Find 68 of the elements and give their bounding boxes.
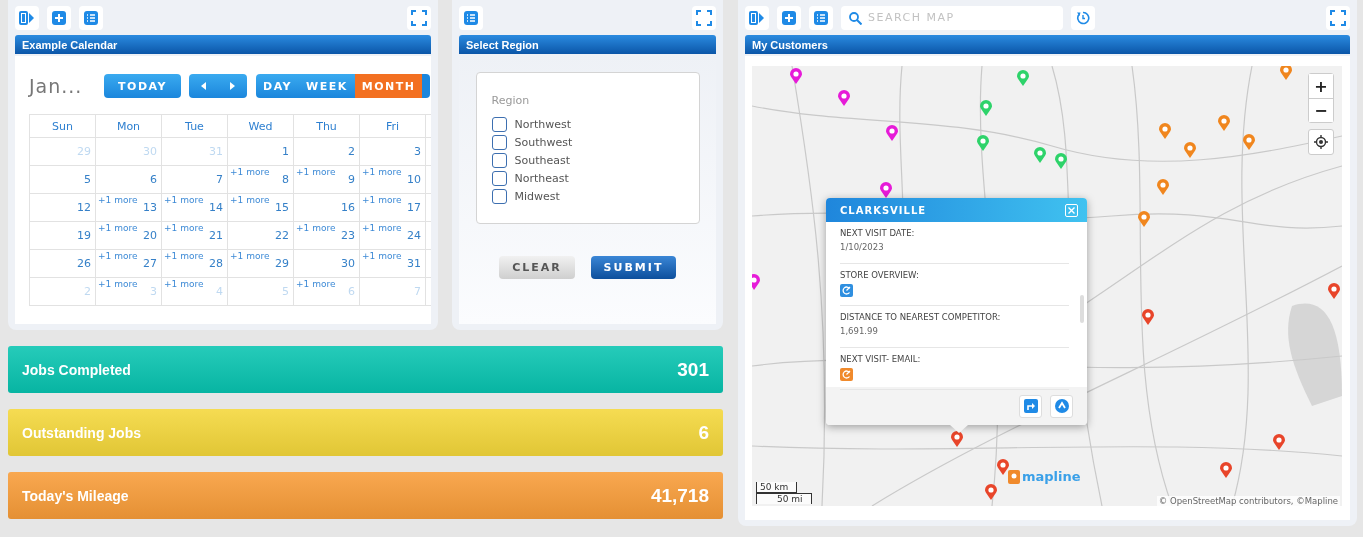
field-label: NEXT VISIT- EMAIL:: [840, 354, 922, 364]
weekday-header: Wed: [227, 114, 294, 138]
day-number: 7: [216, 173, 223, 186]
day-number: 30: [341, 257, 355, 270]
weekday-header: Tue: [161, 114, 228, 138]
day-number: 23: [341, 229, 355, 242]
day-number: 1: [282, 145, 289, 158]
popup-title: CLARKSVILLE: [840, 204, 927, 216]
field-label: STORE OVERVIEW:: [840, 270, 920, 280]
day-number: 16: [341, 201, 355, 214]
day-number: 19: [77, 229, 91, 242]
day-number: 5: [84, 173, 91, 186]
day-number: 3: [414, 145, 421, 158]
field-value: 1/10/2023: [840, 242, 885, 252]
checkbox-label: Midwest: [514, 189, 560, 203]
day-number: 31: [209, 145, 223, 158]
panel-title: Example Calendar: [15, 35, 431, 54]
day-number: 6: [150, 173, 157, 186]
weekday-header: Fri: [359, 114, 426, 138]
checkbox-label: Northwest: [514, 117, 572, 131]
day-number: 4: [216, 285, 223, 298]
day-number: 26: [77, 257, 91, 270]
stat-label: Outstanding Jobs: [22, 424, 141, 441]
day-number: 22: [275, 229, 289, 242]
checkbox-label: Southwest: [514, 135, 573, 149]
day-number: 27: [143, 257, 157, 270]
stat-label: Today's Mileage: [22, 487, 129, 504]
day-number: 5: [282, 285, 289, 298]
logo-text: mapline: [1022, 469, 1081, 484]
weekday-header: Thu: [293, 114, 360, 138]
map-attribution: © OpenStreetMap contributors, ©Mapline: [1156, 496, 1340, 506]
day-number: 31: [407, 257, 421, 270]
day-number: 2: [84, 285, 91, 298]
weekday-header: Sun: [29, 114, 96, 138]
checkbox-label: Southeast: [514, 153, 571, 167]
checkbox-label: Northeast: [514, 171, 569, 185]
day-number: 29: [275, 257, 289, 270]
day-number: 12: [77, 201, 91, 214]
day-number: 20: [143, 229, 157, 242]
day-number: 30: [143, 145, 157, 158]
field-value: 1,691.99: [840, 326, 879, 336]
day-number: 6: [348, 285, 355, 298]
stat-value: 301: [677, 358, 709, 381]
month-label: Jan...: [29, 75, 84, 97]
panel-title: Select Region: [459, 35, 716, 54]
day-number: 28: [209, 257, 223, 270]
scale-bar: 50 mi: [756, 493, 812, 504]
day-number: 13: [143, 201, 157, 214]
panel-title: My Customers: [745, 35, 1350, 54]
day-number: 17: [407, 201, 421, 214]
day-number: 3: [150, 285, 157, 298]
weekday-header: Mon: [95, 114, 162, 138]
day-number: 14: [209, 201, 223, 214]
stat-value: 6: [698, 421, 709, 444]
fieldset-legend: Region: [491, 94, 530, 107]
field-label: NEXT VISIT DATE:: [840, 228, 916, 238]
day-number: 24: [407, 229, 421, 242]
day-number: 15: [275, 201, 289, 214]
stat-value: 41,718: [650, 484, 709, 507]
field-label: DISTANCE TO NEAREST COMPETITOR:: [840, 312, 1002, 322]
day-number: 8: [282, 173, 289, 186]
stat-label: Jobs Completed: [22, 361, 131, 378]
day-number: 9: [348, 173, 355, 186]
day-number: 10: [407, 173, 421, 186]
day-number: 2: [348, 145, 355, 158]
day-number: 7: [414, 285, 421, 298]
day-number: 29: [77, 145, 91, 158]
day-number: 21: [209, 229, 223, 242]
